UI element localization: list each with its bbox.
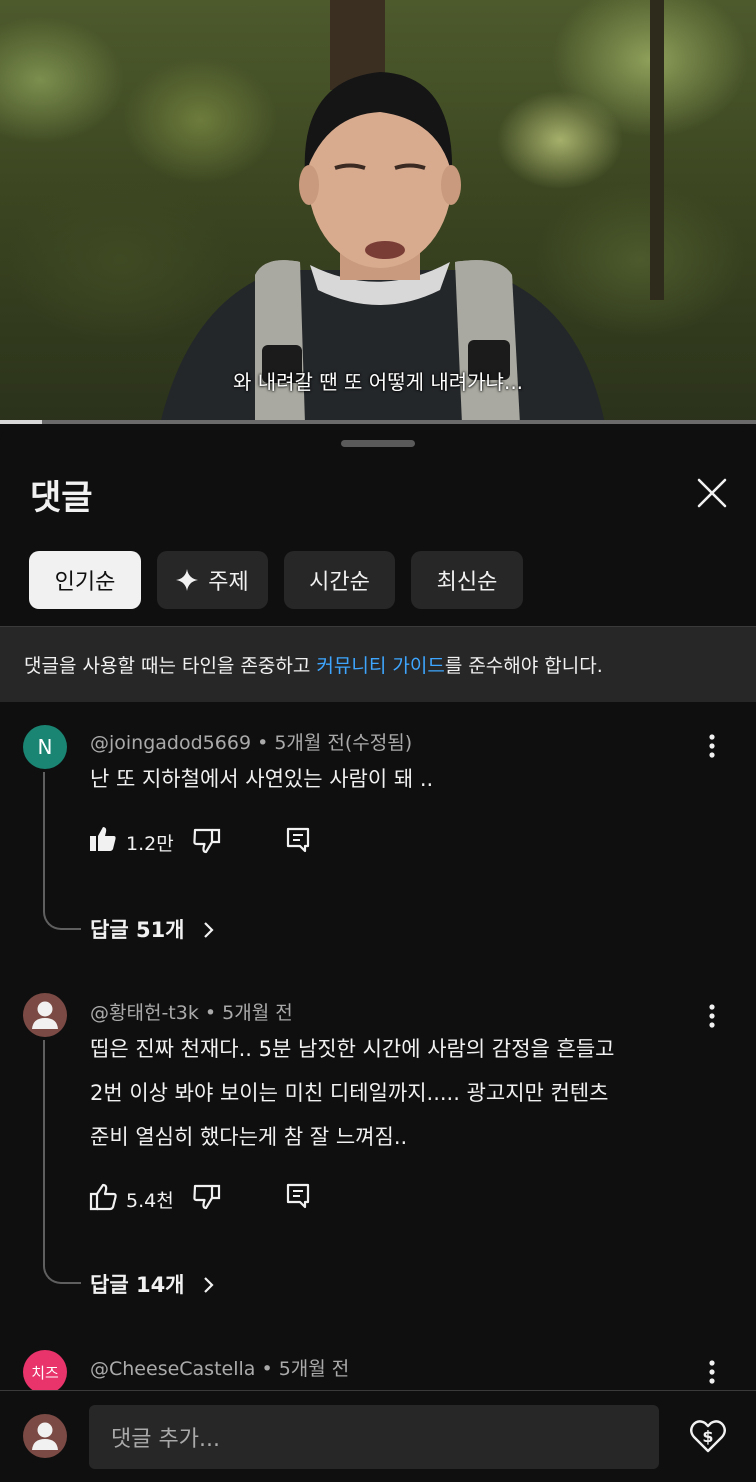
chevron-right-icon: [204, 922, 214, 938]
replies-label: 답글 14개: [90, 1273, 185, 1297]
thumbs-down-icon: [193, 1184, 221, 1210]
comment-text: 난 또 지하철에서 사연있는 사람이 돼 ..: [90, 757, 710, 801]
reply-button[interactable]: [285, 826, 311, 858]
replies-button[interactable]: 답글 14개: [90, 1269, 214, 1299]
more-options-button[interactable]: [700, 1358, 724, 1386]
replies-button[interactable]: 답글 51개: [90, 914, 214, 944]
comment-line: 난 또 지하철에서 사연있는 사람이 돼 ..: [90, 767, 434, 791]
avatar-letter: 치즈: [31, 1363, 59, 1382]
video-progress-fill: [0, 420, 42, 424]
add-comment-input[interactable]: 댓글 추가...: [89, 1405, 659, 1469]
svg-text:$: $: [702, 1427, 713, 1446]
comment-text: 띱은 진짜 천재다.. 5분 남짓한 시간에 사람의 감정을 흔들고 2번 이상…: [90, 1027, 710, 1159]
input-placeholder: 댓글 추가...: [111, 1427, 220, 1452]
thumbs-up-icon: [89, 1183, 117, 1211]
avatar[interactable]: N: [23, 725, 67, 769]
comment-meta[interactable]: @joingadod5669 • 5개월 전(수정됨): [90, 728, 412, 755]
chip-label: 시간순: [309, 570, 370, 595]
chip-label: 최신순: [436, 570, 498, 595]
thumbs-up-filled-icon: [90, 827, 116, 851]
comment-meta[interactable]: @CheeseCastella • 5개월 전: [90, 1354, 349, 1381]
avatar[interactable]: 치즈: [23, 1350, 67, 1394]
thread-connector: [43, 772, 81, 930]
chip-label: 주제: [208, 570, 249, 595]
video-player[interactable]: 와 내려갈 땐 또 어떻게 내려가냐...: [0, 0, 756, 424]
like-count: 5.4천: [126, 1190, 174, 1212]
chevron-right-icon: [204, 1277, 214, 1293]
more-options-button[interactable]: [700, 732, 724, 760]
reply-comment-icon: [286, 827, 310, 853]
more-vertical-icon: [709, 1004, 715, 1028]
avatar[interactable]: [23, 993, 67, 1037]
drag-handle[interactable]: [341, 440, 415, 447]
community-guidelines-link[interactable]: 커뮤니티 가이드: [316, 651, 444, 678]
community-notice: 댓글을 사용할 때는 타인을 존중하고 커뮤니티 가이드 를 준수해야 합니다.: [0, 626, 756, 702]
heart-dollar-icon: $: [690, 1420, 726, 1453]
close-button[interactable]: [690, 474, 734, 514]
comment-line: 준비 열심히 했다는게 참 잘 느껴짐..: [90, 1125, 408, 1149]
comments-sheet: 댓글 인기순 주제 시간순 최신순 댓글을 사용할 때는 타인을 존중하고 커뮤…: [0, 426, 756, 1481]
add-comment-bar: 댓글 추가... $: [0, 1390, 756, 1482]
reply-button[interactable]: [285, 1182, 311, 1214]
chip-time[interactable]: 시간순: [284, 551, 395, 609]
close-icon: [697, 478, 727, 508]
default-user-icon: [32, 1422, 58, 1450]
more-vertical-icon: [709, 1360, 715, 1384]
replies-label: 답글 51개: [90, 918, 185, 942]
notice-text: 를 준수해야 합니다.: [444, 655, 603, 677]
video-progress-bar[interactable]: [0, 420, 756, 424]
more-vertical-icon: [709, 734, 715, 758]
comment-item: 치즈 @CheeseCastella • 5개월 전: [0, 1346, 756, 1394]
dislike-button[interactable]: [192, 1183, 222, 1215]
chip-newest[interactable]: 최신순: [411, 551, 523, 609]
reply-comment-icon: [286, 1183, 310, 1209]
comment-line: 띱은 진짜 천재다.. 5분 남짓한 시간에 사람의 감정을 흔들고: [90, 1037, 615, 1061]
avatar-letter: N: [37, 735, 53, 759]
video-subtitle: 와 내려갈 땐 또 어떻게 내려가냐...: [232, 370, 524, 394]
like-count: 1.2만: [126, 833, 174, 855]
comments-title: 댓글: [30, 478, 93, 518]
dislike-button[interactable]: [192, 827, 222, 859]
chip-label: 인기순: [54, 570, 116, 595]
comment-meta[interactable]: @황태헌-t3k • 5개월 전: [90, 998, 293, 1025]
default-user-icon: [32, 1001, 58, 1029]
more-options-button[interactable]: [700, 1002, 724, 1030]
video-person: [160, 72, 605, 424]
like-button[interactable]: [88, 825, 118, 857]
current-user-avatar: [23, 1414, 67, 1458]
thread-connector: [43, 1040, 81, 1284]
chip-popular[interactable]: 인기순: [29, 551, 141, 609]
super-thanks-button[interactable]: $: [688, 1416, 728, 1456]
like-button[interactable]: [88, 1183, 118, 1215]
chip-topic[interactable]: 주제: [157, 551, 268, 609]
comment-line: 2번 이상 봐야 보이는 미친 디테일까지..... 광고지만 컨텐츠: [90, 1081, 609, 1105]
thumbs-down-icon: [193, 828, 221, 854]
sparkle-icon: [176, 569, 199, 591]
notice-text: 댓글을 사용할 때는 타인을 존중하고: [24, 655, 317, 677]
